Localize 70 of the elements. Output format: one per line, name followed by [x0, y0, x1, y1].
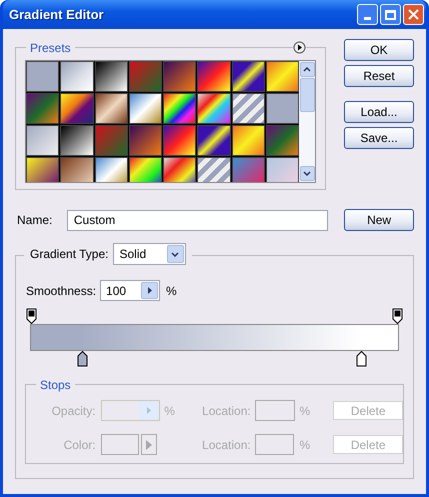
- gradient-swatch[interactable]: [60, 125, 94, 156]
- gradient-swatch[interactable]: [60, 157, 94, 182]
- gradient-swatch[interactable]: [26, 61, 60, 92]
- new-button[interactable]: New: [344, 209, 414, 231]
- scroll-up-button[interactable]: [300, 62, 314, 77]
- gradient-swatch[interactable]: [232, 157, 265, 182]
- gradient-swatch[interactable]: [232, 61, 265, 92]
- gradient-swatch[interactable]: [128, 125, 162, 156]
- gradient-swatch[interactable]: [26, 125, 60, 156]
- dialog-button[interactable]: Save...: [344, 127, 414, 149]
- unit-label: %: [300, 402, 312, 420]
- gradient-swatch[interactable]: [128, 93, 162, 124]
- gradient-swatch[interactable]: [232, 125, 265, 156]
- name-label: Name:: [17, 212, 54, 229]
- opacity-stop-marker[interactable]: [392, 308, 403, 324]
- location-label: Location:: [201, 436, 251, 454]
- gradient-swatch[interactable]: [60, 61, 94, 92]
- scroll-down-button[interactable]: [300, 166, 314, 181]
- gradient-swatch[interactable]: [128, 61, 162, 92]
- gradient-swatch[interactable]: [26, 93, 60, 124]
- chevron-up-icon: [303, 67, 311, 72]
- smoothness-field[interactable]: 100: [100, 280, 160, 301]
- arrow-right-icon: [147, 407, 152, 414]
- gradient-swatch[interactable]: [128, 157, 162, 182]
- close-button[interactable]: [403, 4, 424, 25]
- gradient-swatch[interactable]: [94, 157, 128, 182]
- gradient-swatch[interactable]: [94, 93, 128, 124]
- gradient-swatch[interactable]: [266, 61, 299, 92]
- stop-label: Color:: [62, 436, 96, 454]
- gradient-swatch[interactable]: [26, 157, 60, 182]
- gradient-swatch[interactable]: [197, 157, 230, 182]
- gradient-swatch[interactable]: [60, 93, 94, 124]
- menu-arrow-icon[interactable]: [293, 41, 306, 54]
- gradient-swatch[interactable]: [94, 125, 128, 156]
- unit-label: %: [299, 436, 312, 454]
- location-label: Location:: [201, 402, 251, 420]
- gradient-swatch[interactable]: [232, 93, 265, 124]
- stop-label: Opacity:: [50, 402, 96, 420]
- minimize-button[interactable]: [357, 4, 378, 25]
- maximize-button[interactable]: [380, 4, 401, 25]
- name-field[interactable]: Custom: [66, 210, 328, 230]
- close-icon: [408, 9, 419, 20]
- gradient-swatch[interactable]: [266, 125, 299, 156]
- gradient-swatch[interactable]: [197, 61, 230, 92]
- unit-label: %: [164, 402, 176, 420]
- opacity-stop-marker[interactable]: [26, 308, 37, 324]
- scroll-thumb[interactable]: [300, 78, 314, 112]
- color-stop-marker[interactable]: [77, 351, 88, 367]
- gradient-swatch[interactable]: [94, 61, 128, 92]
- gradient-type-dropdown[interactable]: Solid: [112, 243, 186, 265]
- caret-icon: [171, 252, 179, 256]
- gradient-swatch[interactable]: [266, 157, 299, 182]
- gradient-type-label: Gradient Type:: [30, 246, 108, 263]
- gradient-swatch[interactable]: [163, 93, 196, 124]
- gradient-swatch[interactable]: [163, 157, 196, 182]
- gradient-swatch[interactable]: [266, 93, 299, 124]
- gradient-swatch[interactable]: [163, 61, 196, 92]
- dialog-button[interactable]: Load...: [344, 101, 414, 123]
- gradient-swatch[interactable]: [163, 125, 196, 156]
- chevron-down-icon: [303, 171, 311, 176]
- percent-label: %: [166, 282, 177, 300]
- arrow-right-icon: [148, 287, 152, 294]
- gradient-swatch[interactable]: [197, 125, 230, 156]
- dialog-button[interactable]: OK: [344, 39, 414, 61]
- dialog-button[interactable]: Reset: [344, 65, 414, 87]
- color-stop-marker[interactable]: [356, 351, 368, 367]
- window-title: Gradient Editor: [9, 6, 105, 24]
- smoothness-label: Smoothness:: [26, 282, 96, 300]
- arrow-right-icon: [146, 440, 152, 450]
- gradient-swatch[interactable]: [197, 93, 230, 124]
